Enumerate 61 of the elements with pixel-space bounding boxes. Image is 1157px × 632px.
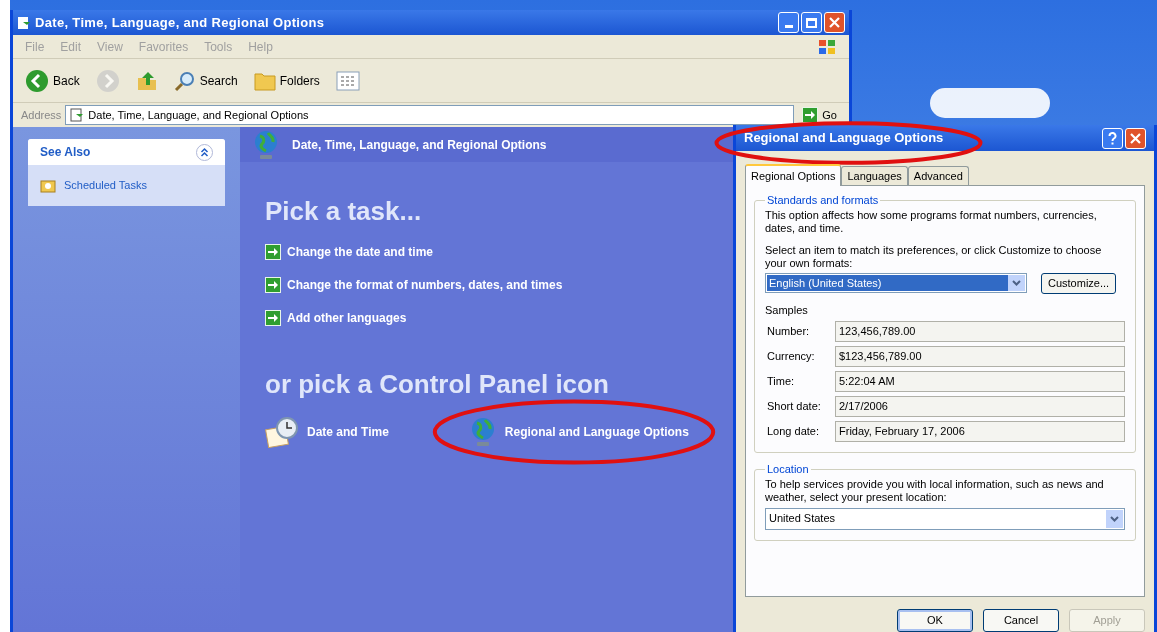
- search-icon: [173, 69, 196, 92]
- group-legend: Standards and formats: [765, 192, 881, 209]
- close-button[interactable]: [1125, 127, 1146, 149]
- windows-flag-icon: [817, 37, 837, 56]
- prompt-text: Select an item to match its preferences, or click Customize to choose your own formats:: [765, 243, 1103, 270]
- tab[interactable]: Languages: [841, 166, 908, 185]
- section-heading: Pick a task...: [265, 195, 422, 228]
- globe-icon: [252, 128, 280, 161]
- address-label: Address: [21, 107, 62, 123]
- views-grid-icon: [335, 70, 360, 91]
- tab[interactable]: Regional Options: [745, 164, 842, 186]
- location-dropdown[interactable]: United States: [765, 507, 1125, 530]
- chevron-down-icon: [1110, 515, 1119, 522]
- address-field[interactable]: Date, Time, Language, and Regional Options: [65, 105, 795, 125]
- sample-label: Short date:: [767, 399, 822, 414]
- samples-label: Samples: [765, 302, 809, 318]
- panel-title: See Also: [40, 144, 91, 161]
- sample-field: $123,456,789.00: [835, 346, 1125, 367]
- chevron-down-icon: [1012, 280, 1021, 286]
- help-button[interactable]: [1102, 127, 1123, 149]
- maximize-button[interactable]: [801, 12, 822, 33]
- description-text: To help services provide you with local information, such as news and weather, select your present location:: [765, 477, 1105, 504]
- minimize-button[interactable]: [778, 12, 799, 33]
- sample-label: Currency:: [767, 349, 816, 364]
- sample-field: 123,456,789.00: [835, 321, 1125, 342]
- sample-field: 5:22:04 AM: [835, 371, 1125, 392]
- panel-link[interactable]: Scheduled Tasks: [40, 177, 213, 194]
- toolbar-button[interactable]: Search: [169, 69, 242, 92]
- sample-field: 2/17/2006: [835, 396, 1125, 417]
- sample-label: Number:: [767, 324, 811, 339]
- toolbar-button[interactable]: Folders: [249, 70, 324, 91]
- section-heading: or pick a Control Panel icon: [265, 368, 609, 401]
- format-dropdown[interactable]: English (United States): [765, 273, 1027, 293]
- window-title: Date, Time, Language, and Regional Options: [35, 13, 325, 32]
- control-panel-link[interactable]: Date and Time: [265, 416, 389, 448]
- close-icon: [829, 17, 840, 28]
- page-icon: [70, 108, 85, 122]
- dialog-title: Regional and Language Options: [744, 129, 944, 148]
- group-legend: Location: [765, 461, 811, 478]
- collapse-icon[interactable]: [196, 143, 213, 161]
- description-text: This option affects how some programs format numbers, currencies, dates, and time.: [765, 208, 1098, 235]
- dropdown-button[interactable]: [1008, 275, 1025, 291]
- dialog-button[interactable]: Cancel: [983, 609, 1059, 632]
- close-icon: [1130, 132, 1141, 144]
- sample-label: Time:: [767, 374, 796, 389]
- sample-field: Friday, February 17, 2006: [835, 421, 1125, 442]
- toolbar-button[interactable]: Back: [21, 68, 84, 93]
- category-header: Date, Time, Language, and Regional Options: [292, 136, 547, 154]
- go-button[interactable]: Go: [798, 106, 841, 124]
- calendar-clock-icon: [265, 416, 299, 448]
- tab[interactable]: Advanced: [907, 166, 969, 185]
- dropdown-button[interactable]: [1106, 509, 1123, 528]
- help-icon: [1108, 131, 1117, 145]
- folder-up-icon: [135, 69, 158, 92]
- sample-label: Long date:: [767, 424, 820, 439]
- window-app-icon: [17, 15, 31, 30]
- task-folder-icon: [40, 177, 56, 194]
- close-button[interactable]: [824, 12, 845, 33]
- customize-button[interactable]: Customize...: [1041, 272, 1117, 294]
- folder-icon: [253, 70, 276, 91]
- dialog-button[interactable]: OK: [897, 609, 973, 632]
